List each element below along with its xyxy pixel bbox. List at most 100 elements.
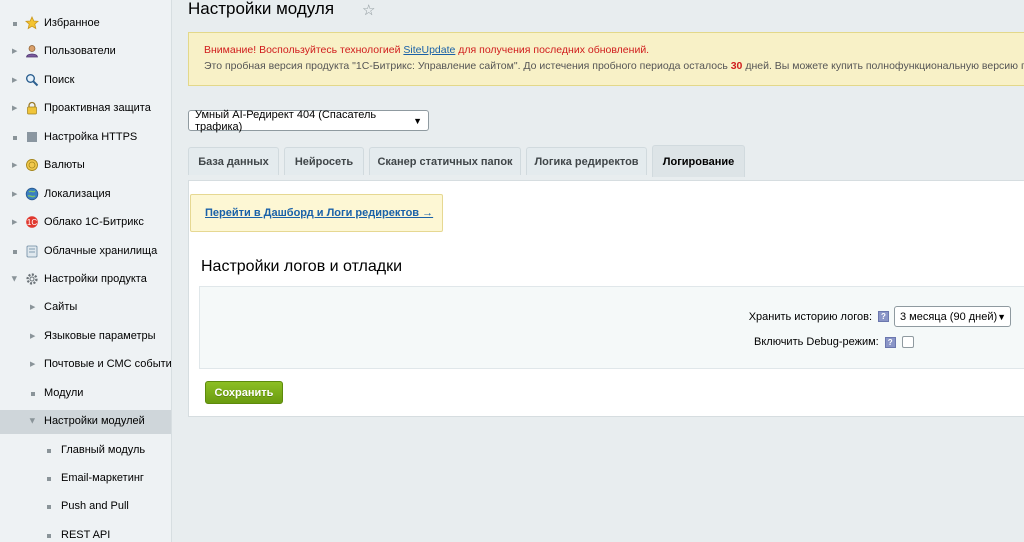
sidebar-item-label: Облачные хранилища <box>44 245 158 257</box>
sidebar-item-label: Языковые параметры <box>44 330 156 342</box>
help-icon[interactable]: ? <box>884 336 896 348</box>
chevron-right-icon[interactable]: ▶ <box>12 104 17 112</box>
sidebar-item-label: Настройка HTTPS <box>44 131 138 143</box>
bullet-marker <box>13 136 17 140</box>
bullet-marker <box>47 449 51 453</box>
user-icon <box>25 44 39 58</box>
update-warning: Внимание! Воспользуйтесь технологией Sit… <box>204 44 1024 56</box>
tab-redirect-logic[interactable]: Логика редиректов <box>526 147 647 175</box>
history-label: Хранить историю логов: <box>748 310 872 323</box>
debug-checkbox[interactable] <box>901 336 914 348</box>
bullet-marker <box>13 250 17 254</box>
cloud-bitrix-icon: 1С <box>25 215 39 229</box>
module-select-value: Умный AI-Редирект 404 (Спасатель трафика… <box>195 108 377 133</box>
sidebar-item-language-params[interactable]: ▶ Языковые параметры <box>0 325 171 349</box>
chevron-right-icon[interactable]: ▶ <box>12 190 17 198</box>
dashboard-link-box: Перейти в Дашборд и Логи редиректов → <box>190 194 443 232</box>
https-icon <box>25 130 39 144</box>
sidebar-item-https[interactable]: Настройка HTTPS <box>0 126 171 150</box>
sidebar: Избранное ▶ Пользователи ▶ Поиск ▶ Проак… <box>0 0 172 542</box>
save-button[interactable]: Сохранить <box>205 381 283 404</box>
chevron-down-icon: ▼ <box>997 311 1007 322</box>
tab-neural-network[interactable]: Нейросеть <box>284 147 364 175</box>
sidebar-item-label: Избранное <box>44 17 100 29</box>
sidebar-item-label: Настройки модулей <box>44 415 145 427</box>
cloud-storage-icon <box>25 244 39 258</box>
star-icon <box>25 16 39 30</box>
tab-label: База данных <box>198 155 269 168</box>
trial-info: Это пробная версия продукта "1С-Битрикс:… <box>204 60 1024 72</box>
chevron-right-icon[interactable]: ▶ <box>12 76 17 84</box>
chevron-down-icon[interactable]: ▶ <box>11 276 19 281</box>
sidebar-item-label: Email-маркетинг <box>61 472 144 484</box>
sidebar-item-search[interactable]: ▶ Поиск <box>0 69 171 93</box>
bullet-marker <box>47 505 51 509</box>
sidebar-item-label: REST API <box>61 529 111 541</box>
chevron-right-icon[interactable]: ▶ <box>30 303 35 311</box>
sidebar-item-sites[interactable]: ▶ Сайты <box>0 296 171 320</box>
chevron-down-icon[interactable]: ▶ <box>29 418 37 423</box>
sidebar-item-label: Валюты <box>44 159 85 171</box>
sidebar-item-push-pull[interactable]: Push and Pull <box>0 495 171 519</box>
chevron-right-icon[interactable]: ▶ <box>12 161 17 169</box>
history-period-value: 3 месяца (90 дней) <box>900 310 998 323</box>
settings-box: Хранить историю логов: ? 3 месяца (90 дн… <box>199 286 1024 369</box>
sidebar-item-mail-sms-events[interactable]: ▶ Почтовые и СМС события <box>0 353 172 377</box>
sidebar-item-main-module[interactable]: Главный модуль <box>0 439 171 463</box>
sidebar-item-localization[interactable]: ▶ Локализация <box>0 183 171 207</box>
bullet-marker <box>47 534 51 538</box>
warning-prefix: Внимание! Воспользуйтесь технологией <box>204 44 401 56</box>
star-outline-icon[interactable]: ☆ <box>362 1 375 19</box>
sidebar-item-label: Пользователи <box>44 45 116 57</box>
tab-label: Сканер статичных папок <box>377 155 513 168</box>
sidebar-item-currencies[interactable]: ▶ Валюты <box>0 154 171 178</box>
sidebar-item-label: Почтовые и СМС события <box>44 358 172 370</box>
lock-icon <box>25 101 39 115</box>
bullet-marker <box>31 392 35 396</box>
siteupdate-link[interactable]: SiteUpdate <box>403 44 455 56</box>
sidebar-item-users[interactable]: ▶ Пользователи <box>0 40 171 64</box>
sidebar-item-proactive-protection[interactable]: ▶ Проактивная защита <box>0 97 171 121</box>
section-title: Настройки логов и отладки <box>201 258 403 275</box>
tab-label: Логирование <box>662 155 735 168</box>
bullet-marker <box>47 477 51 481</box>
page-title: Настройки модуля <box>188 0 335 18</box>
sidebar-item-label: Настройки продукта <box>44 273 147 285</box>
sidebar-item-modules[interactable]: Модули <box>0 382 171 406</box>
help-icon[interactable]: ? <box>878 311 889 322</box>
trial-prefix: Это пробная версия продукта "1С-Битрикс:… <box>204 60 728 72</box>
sidebar-item-label: Главный модуль <box>61 444 146 456</box>
sidebar-item-label: Сайты <box>44 301 78 313</box>
tab-content-panel: Перейти в Дашборд и Логи редиректов → На… <box>188 180 1024 417</box>
search-icon <box>25 73 39 87</box>
sidebar-item-label: Модули <box>44 387 84 399</box>
sidebar-item-module-settings[interactable]: ▶ Настройки модулей <box>0 410 171 434</box>
coin-icon <box>25 158 39 172</box>
sidebar-item-label: Проактивная защита <box>44 102 151 114</box>
history-period-select[interactable]: 3 месяца (90 дней) ▼ <box>894 306 1011 327</box>
chevron-right-icon[interactable]: ▶ <box>12 47 17 55</box>
dashboard-link[interactable]: Перейти в Дашборд и Логи редиректов → <box>205 207 433 219</box>
chevron-right-icon[interactable]: ▶ <box>12 218 17 226</box>
tab-static-folder-scanner[interactable]: Сканер статичных папок <box>369 147 521 175</box>
sidebar-item-label: Локализация <box>44 188 111 200</box>
sidebar-item-product-settings[interactable]: ▶ Настройки продукта <box>0 268 171 292</box>
debug-row: Включить Debug-режим: ? <box>754 336 914 348</box>
chevron-right-icon[interactable]: ▶ <box>30 332 35 340</box>
sidebar-item-favorites[interactable]: Избранное <box>0 12 171 36</box>
tab-database[interactable]: База данных <box>188 147 279 175</box>
sidebar-item-email-marketing[interactable]: Email-маркетинг <box>0 467 171 491</box>
svg-text:1С: 1С <box>27 218 37 227</box>
chevron-right-icon[interactable]: ▶ <box>30 360 35 368</box>
chevron-down-icon: ▼ <box>413 115 422 126</box>
sidebar-item-cloud-storage[interactable]: Облачные хранилища <box>0 240 171 264</box>
module-select[interactable]: Умный AI-Редирект 404 (Спасатель трафика… <box>188 108 429 133</box>
debug-label: Включить Debug-режим: <box>754 336 879 348</box>
sidebar-item-bitrix-cloud[interactable]: ▶ 1С Облако 1С-Битрикс <box>0 211 171 235</box>
sidebar-item-label: Облако 1С-Битрикс <box>44 216 144 228</box>
tab-label: Логика редиректов <box>534 155 639 168</box>
tab-logging[interactable]: Логирование <box>652 145 745 177</box>
gear-icon <box>25 272 39 286</box>
globe-icon <box>25 187 39 201</box>
sidebar-item-rest-api[interactable]: REST API <box>0 524 171 542</box>
